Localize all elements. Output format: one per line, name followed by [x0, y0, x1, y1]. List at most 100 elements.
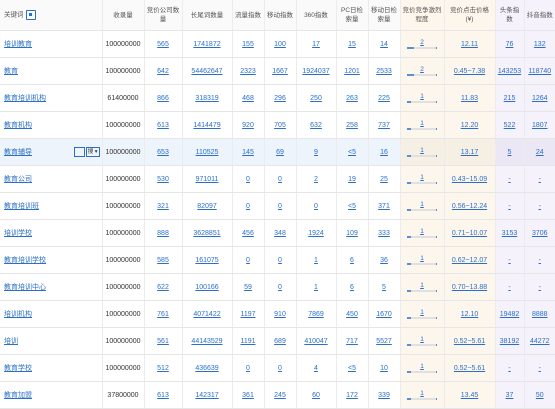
douyin-link[interactable]: -: [539, 176, 541, 183]
bid-count-link[interactable]: 622: [157, 284, 169, 291]
s360-link[interactable]: 7869: [308, 311, 324, 318]
pc-daily-link[interactable]: <5: [348, 203, 356, 210]
traffic-link[interactable]: 2323: [240, 68, 256, 75]
traffic-link[interactable]: 456: [242, 230, 254, 237]
competition-bar[interactable]: 1: [407, 147, 437, 157]
bid-count-link[interactable]: 565: [157, 41, 169, 48]
douyin-link[interactable]: -: [539, 284, 541, 291]
mobile-daily-link[interactable]: 371: [378, 203, 390, 210]
douyin-link[interactable]: -: [539, 203, 541, 210]
pc-daily-link[interactable]: <5: [348, 365, 356, 372]
s360-link[interactable]: 9: [314, 149, 318, 156]
keyword-link[interactable]: 教育培训班: [4, 203, 39, 210]
table-row[interactable]: 教育培训中心 100000000 622 100166 59 0 1 6 5 1…: [0, 273, 555, 301]
competition-bar[interactable]: 1: [407, 282, 437, 292]
bid-count-link[interactable]: 866: [157, 95, 169, 102]
bid-count-link[interactable]: 761: [157, 311, 169, 318]
keyword-link[interactable]: 教育机构: [4, 122, 32, 129]
douyin-link[interactable]: 24: [536, 149, 544, 156]
keyword-link[interactable]: 培训学校: [4, 230, 32, 237]
long-tail-link[interactable]: 1741872: [193, 41, 220, 48]
pc-daily-link[interactable]: 263: [346, 95, 358, 102]
price-link[interactable]: 12.10: [461, 311, 479, 318]
toutiao-link[interactable]: 143253: [498, 68, 521, 75]
competition-bar[interactable]: 1: [407, 174, 437, 184]
competition-bar[interactable]: 2: [407, 66, 437, 76]
mobile-daily-link[interactable]: 2533: [376, 68, 392, 75]
s360-link[interactable]: 2: [314, 176, 318, 183]
keyword-link[interactable]: 教育公司: [4, 176, 32, 183]
douyin-link[interactable]: -: [539, 257, 541, 264]
toutiao-link[interactable]: -: [508, 257, 510, 264]
s360-link[interactable]: 17: [312, 41, 320, 48]
table-row[interactable]: 教育学校 100000000 512 436639 0 0 4 <5 10 1 …: [0, 354, 555, 382]
long-tail-link[interactable]: 971011: [196, 176, 219, 183]
long-tail-link[interactable]: 318319: [195, 95, 218, 102]
long-tail-link[interactable]: 1414479: [193, 122, 220, 129]
pc-daily-link[interactable]: 717: [346, 338, 358, 345]
mobile-daily-link[interactable]: 16: [380, 149, 388, 156]
traffic-link[interactable]: 0: [246, 203, 250, 210]
pc-daily-link[interactable]: 6: [350, 257, 354, 264]
s360-link[interactable]: 1924: [308, 230, 324, 237]
table-row[interactable]: 培训 100000000 561 44143529 1191 689 41004…: [0, 327, 555, 355]
header-keyword[interactable]: 关键词: [0, 0, 102, 31]
s360-link[interactable]: 410047: [304, 338, 327, 345]
mobile-daily-link[interactable]: 5527: [376, 338, 392, 345]
competition-bar[interactable]: 1: [407, 390, 437, 400]
keyword-link[interactable]: 教育加盟: [4, 392, 32, 399]
table-row[interactable]: 教育加盟 37800000 613 142317 361 245 60 172 …: [0, 381, 555, 409]
toutiao-link[interactable]: 522: [504, 122, 516, 129]
mobile-daily-link[interactable]: 5: [382, 284, 386, 291]
mobile-link[interactable]: 689: [274, 338, 286, 345]
mobile-link[interactable]: 0: [278, 203, 282, 210]
traffic-link[interactable]: 59: [244, 284, 252, 291]
header-competition[interactable]: 竞价竞争激烈程度: [399, 0, 444, 31]
bid-count-link[interactable]: 613: [157, 122, 169, 129]
mobile-daily-link[interactable]: 737: [378, 122, 390, 129]
table-row[interactable]: 教育培训学校 100000000 585 161075 0 0 1 6 36 1…: [0, 246, 555, 274]
mobile-daily-link[interactable]: 25: [380, 176, 388, 183]
competition-bar[interactable]: 1: [407, 255, 437, 265]
price-link[interactable]: 11.83: [461, 95, 478, 102]
table-row[interactable]: 教育培训班 100000000 321 82097 0 0 0 <5 371 1…: [0, 192, 555, 220]
keyword-link[interactable]: 教育辅导: [4, 149, 32, 156]
header-douyin[interactable]: 抖音指数: [523, 0, 555, 31]
pc-daily-link[interactable]: 1201: [344, 68, 360, 75]
price-link[interactable]: 0.71~10.07: [452, 230, 487, 237]
header-360[interactable]: 360指数: [295, 0, 336, 31]
traffic-link[interactable]: 361: [242, 392, 254, 399]
price-link[interactable]: 0.52~5.61: [454, 338, 485, 345]
competition-bar[interactable]: 1: [407, 120, 437, 130]
traffic-link[interactable]: 0: [246, 176, 250, 183]
table-row[interactable]: 培训教育 100000000 565 1741872 155 100 17 15…: [0, 30, 555, 58]
mobile-link[interactable]: 1667: [272, 68, 288, 75]
competition-bar[interactable]: 1: [407, 336, 437, 346]
pc-daily-link[interactable]: 15: [348, 41, 356, 48]
douyin-link[interactable]: 118740: [528, 68, 551, 75]
keyword-link[interactable]: 培训教育: [4, 41, 32, 48]
mobile-daily-link[interactable]: 339: [378, 392, 390, 399]
mobile-link[interactable]: 100: [274, 41, 286, 48]
header-bid-count[interactable]: 竞价公司数量: [143, 0, 182, 31]
mobile-link[interactable]: 296: [274, 95, 286, 102]
toutiao-link[interactable]: 215: [504, 95, 516, 102]
toutiao-link[interactable]: 19482: [500, 311, 519, 318]
s360-link[interactable]: 1924037: [302, 68, 329, 75]
traffic-link[interactable]: 1197: [240, 311, 255, 318]
competition-bar[interactable]: 1: [407, 228, 437, 238]
toutiao-link[interactable]: -: [508, 176, 510, 183]
long-tail-link[interactable]: 436639: [195, 365, 218, 372]
traffic-link[interactable]: 155: [242, 41, 254, 48]
toutiao-link[interactable]: 76: [506, 41, 514, 48]
long-tail-link[interactable]: 161075: [195, 257, 218, 264]
long-tail-link[interactable]: 3628851: [193, 230, 220, 237]
s360-link[interactable]: 250: [310, 95, 322, 102]
bid-count-link[interactable]: 561: [157, 338, 169, 345]
mobile-link[interactable]: 910: [274, 311, 286, 318]
mobile-daily-link[interactable]: 14: [380, 41, 388, 48]
long-tail-link[interactable]: 54462647: [191, 68, 222, 75]
toutiao-link[interactable]: -: [508, 284, 510, 291]
header-price[interactable]: 竞价点击价格(¥): [443, 0, 495, 31]
bid-count-link[interactable]: 530: [157, 176, 169, 183]
